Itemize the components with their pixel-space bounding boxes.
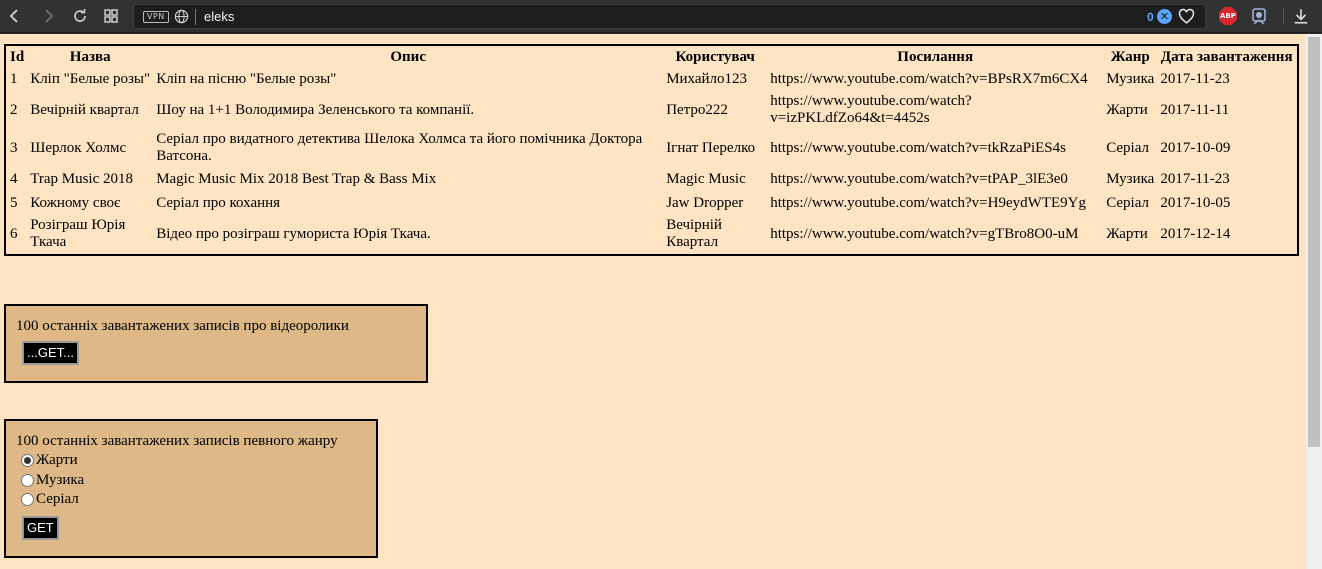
cell-user: Jaw Dropper xyxy=(666,194,744,211)
cell-title: Вечірній квартал xyxy=(30,101,139,118)
cell-link: https://www.youtube.com/watch?v=gTBro8O0… xyxy=(770,225,1079,242)
table-row: 5 Кожному своє Серіал про кохання Jaw Dr… xyxy=(8,192,1295,214)
cell-genre: Музика xyxy=(1106,170,1155,187)
cell-link: https://www.youtube.com/watch?v=tPAP_3lE… xyxy=(770,170,1068,187)
radio-label: Серіал xyxy=(36,491,79,507)
cell-user: Ігнат Перелко xyxy=(666,139,756,156)
cell-description: Magic Music Mix 2018 Best Trap & Bass Mi… xyxy=(156,170,437,187)
cell-date: 2017-10-09 xyxy=(1160,139,1231,156)
back-icon[interactable] xyxy=(4,5,26,27)
cell-genre: Серіал xyxy=(1106,139,1149,156)
cell-genre: Музика xyxy=(1106,70,1155,87)
globe-icon xyxy=(174,9,189,24)
header-user: Користувач xyxy=(675,49,755,65)
radio-option-series[interactable]: Серіал xyxy=(21,490,366,510)
cell-user: Петро222 xyxy=(666,101,728,118)
download-icon[interactable] xyxy=(1292,7,1310,25)
table-row: 1 Кліп "Белые розы" Кліп на пісню "Белые… xyxy=(8,68,1295,90)
header-link: Посилання xyxy=(897,49,974,65)
radio-button[interactable] xyxy=(21,454,34,468)
cell-id: 2 xyxy=(10,101,18,118)
vpn-badge[interactable]: VPN xyxy=(143,11,169,23)
cell-id: 6 xyxy=(10,225,18,242)
cell-date: 2017-12-14 xyxy=(1160,225,1231,242)
cell-genre: Серіал xyxy=(1106,194,1149,211)
header-genre: Жанр xyxy=(1110,49,1150,65)
address-separator xyxy=(195,9,196,25)
cell-description: Відео про розіграш гумориста Юрія Ткача. xyxy=(156,225,431,242)
cell-user: Вечірній Квартал xyxy=(666,217,722,250)
get-genre-button[interactable]: GET xyxy=(22,515,59,540)
cell-title: Кліп "Белые розы" xyxy=(30,70,151,87)
radio-button[interactable] xyxy=(21,473,34,487)
videos-table: Id Назва Опис Користувач Посилання Жанр … xyxy=(4,44,1299,256)
table-row: 6 Розіграш Юрія Ткача Відео про розіграш… xyxy=(8,216,1295,252)
heart-icon[interactable] xyxy=(1178,8,1195,25)
header-id: Id xyxy=(10,49,25,65)
cell-user: Михайло123 xyxy=(666,70,748,87)
cell-title: Шерлок Холмс xyxy=(30,139,127,156)
cell-link: https://www.youtube.com/watch?v=izPKLdfZ… xyxy=(770,93,972,126)
url-text[interactable]: eleks xyxy=(204,5,234,28)
browser-toolbar: VPN eleks 0 ✕ ABP xyxy=(0,0,1322,33)
address-bar[interactable]: VPN eleks 0 ✕ xyxy=(133,4,1206,29)
radio-selected-dot xyxy=(24,457,31,465)
scrollbar-thumb[interactable] xyxy=(1308,37,1320,447)
get-latest-button[interactable]: ...GET... xyxy=(22,341,79,365)
table-row: 4 Trap Music 2018 Magic Music Mix 2018 B… xyxy=(8,168,1295,190)
adblock-plus-icon[interactable]: ABP xyxy=(1219,7,1237,25)
extension-icon[interactable] xyxy=(1250,6,1268,26)
table-header-row: Id Назва Опис Користувач Посилання Жанр … xyxy=(8,48,1295,66)
cell-date: 2017-11-23 xyxy=(1160,170,1230,187)
cell-date: 2017-11-11 xyxy=(1160,101,1230,118)
cell-id: 4 xyxy=(10,170,18,187)
radio-label: Жарти xyxy=(36,452,78,468)
cell-date: 2017-10-05 xyxy=(1160,194,1231,211)
cell-title: Кожному своє xyxy=(30,194,121,211)
cell-user: Magic Music xyxy=(666,170,746,187)
page-content: Id Назва Опис Користувач Посилання Жанр … xyxy=(0,34,1306,569)
tabs-grid-icon[interactable] xyxy=(100,5,122,27)
cell-id: 5 xyxy=(10,194,18,211)
table-row: 2 Вечірній квартал Шоу на 1+1 Володимира… xyxy=(8,92,1295,128)
blocked-count: 0 xyxy=(1147,10,1154,24)
reload-icon[interactable] xyxy=(69,5,91,27)
genre-panel: 100 останніх завантажених записів певног… xyxy=(4,419,378,558)
ad-block-shield-icon[interactable]: ✕ xyxy=(1157,9,1172,24)
cell-genre: Жарти xyxy=(1106,101,1148,118)
header-description: Опис xyxy=(390,49,426,65)
cell-id: 3 xyxy=(10,139,18,156)
table-row: 3 Шерлок Холмс Серіал про видатного дете… xyxy=(8,130,1295,166)
radio-option-jokes[interactable]: Жарти xyxy=(21,451,366,471)
header-title: Назва xyxy=(69,49,111,65)
cell-link: https://www.youtube.com/watch?v=BPsRX7m6… xyxy=(770,70,1088,87)
cell-link: https://www.youtube.com/watch?v=tkRzaPiE… xyxy=(770,139,1066,156)
radio-label: Музика xyxy=(36,471,85,488)
cell-title: Trap Music 2018 xyxy=(30,170,133,187)
cell-description: Серіал про видатного детектива Шелока Хо… xyxy=(156,131,643,164)
cell-id: 1 xyxy=(10,70,18,87)
toolbar-divider xyxy=(1283,8,1284,24)
latest-videos-title: 100 останніх завантажених записів про ві… xyxy=(16,318,349,334)
cell-date: 2017-11-23 xyxy=(1160,70,1230,87)
genre-panel-title: 100 останніх завантажених записів певног… xyxy=(16,433,338,449)
cell-description: Серіал про кохання xyxy=(156,194,281,211)
forward-icon[interactable] xyxy=(37,5,59,27)
cell-link: https://www.youtube.com/watch?v=H9eydWTE… xyxy=(770,194,1086,211)
radio-button[interactable] xyxy=(21,493,34,507)
cell-description: Шоу на 1+1 Володимира Зеленського та ком… xyxy=(156,101,475,118)
cell-title: Розіграш Юрія Ткача xyxy=(30,217,126,250)
header-upload-date: Дата завантаження xyxy=(1160,49,1293,65)
cell-genre: Жарти xyxy=(1106,225,1148,242)
radio-option-music[interactable]: Музика xyxy=(21,471,366,491)
latest-videos-panel: 100 останніх завантажених записів про ві… xyxy=(4,304,428,383)
cell-description: Кліп на пісню "Белые розы" xyxy=(156,70,337,87)
